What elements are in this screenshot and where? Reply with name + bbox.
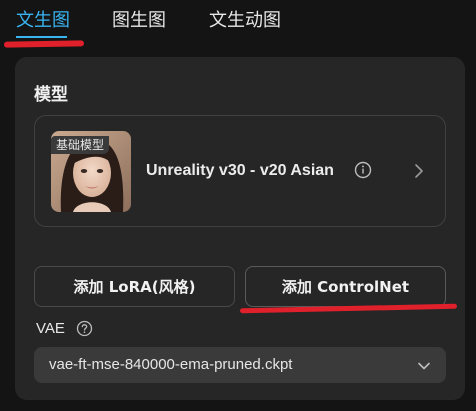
vae-selected-value: vae-ft-mse-840000-ema-pruned.ckpt [49, 356, 293, 373]
help-icon[interactable] [76, 320, 93, 337]
add-lora-button[interactable]: 添加 LoRA(风格) [34, 266, 235, 307]
model-selector-card[interactable]: 基础模型 Unreality v30 - v20 Asian [34, 115, 446, 227]
chevron-down-icon [417, 359, 431, 371]
info-icon[interactable] [354, 161, 372, 179]
vae-select[interactable]: vae-ft-mse-840000-ema-pruned.ckpt [34, 347, 446, 383]
model-name: Unreality v30 - v20 Asian [146, 162, 334, 179]
add-controlnet-button[interactable]: 添加 ControlNet [245, 266, 446, 307]
chevron-right-icon [412, 163, 426, 179]
active-tab-indicator [16, 36, 67, 38]
model-section-title: 模型 [34, 85, 68, 105]
tab-text-to-animation[interactable]: 文生动图 [209, 8, 281, 34]
base-model-badge: 基础模型 [51, 136, 110, 154]
settings-panel: 模型 基础模型 Unreality v30 - v20 Asian 添加 LoR… [15, 57, 465, 400]
vae-label: VAE [36, 320, 65, 337]
tab-image-to-image[interactable]: 图生图 [112, 8, 166, 34]
tab-text-to-image[interactable]: 文生图 [16, 8, 70, 34]
model-thumbnail: 基础模型 [51, 131, 131, 212]
